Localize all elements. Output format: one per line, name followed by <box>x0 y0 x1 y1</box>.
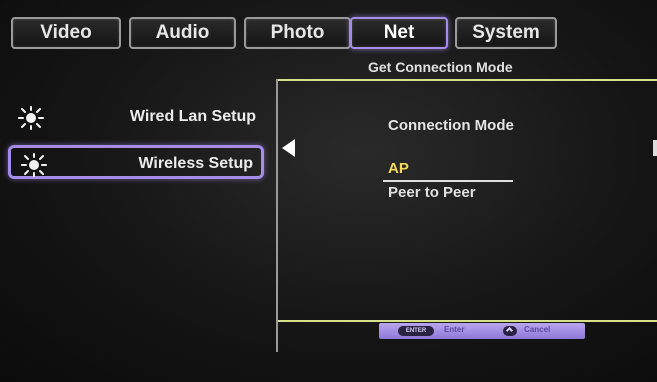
sidebar-item-wired-lan[interactable]: Wired Lan Setup <box>8 101 264 135</box>
option-ap[interactable]: AP <box>388 160 409 177</box>
sidebar-item-label: Wired Lan Setup <box>129 108 256 125</box>
vertical-divider <box>276 79 278 352</box>
option-peer-to-peer[interactable]: Peer to Peer <box>388 184 476 201</box>
tab-video[interactable]: Video <box>11 17 121 49</box>
enter-key-icon: ENTER <box>398 326 434 336</box>
arrow-left-icon <box>282 139 295 157</box>
sidebar-item-wireless[interactable]: Wireless Setup <box>8 145 264 179</box>
sun-icon <box>21 153 47 177</box>
tab-photo[interactable]: Photo <box>244 17 351 49</box>
sidebar-item-label: Wireless Setup <box>138 155 253 172</box>
help-bar: ENTER Enter Cancel <box>379 323 585 339</box>
section-title: Connection Mode <box>388 117 514 134</box>
cancel-hint: Cancel <box>524 325 551 334</box>
selection-underline <box>383 180 513 182</box>
enter-hint: Enter <box>444 325 465 334</box>
tab-audio[interactable]: Audio <box>129 17 236 49</box>
scroll-indicator <box>653 140 657 156</box>
top-divider <box>278 79 657 81</box>
tab-system[interactable]: System <box>455 17 557 49</box>
tab-net[interactable]: Net <box>350 17 448 49</box>
return-icon <box>503 326 517 336</box>
bottom-divider <box>278 320 657 322</box>
page-title: Get Connection Mode <box>368 59 513 75</box>
sun-icon <box>18 106 44 130</box>
